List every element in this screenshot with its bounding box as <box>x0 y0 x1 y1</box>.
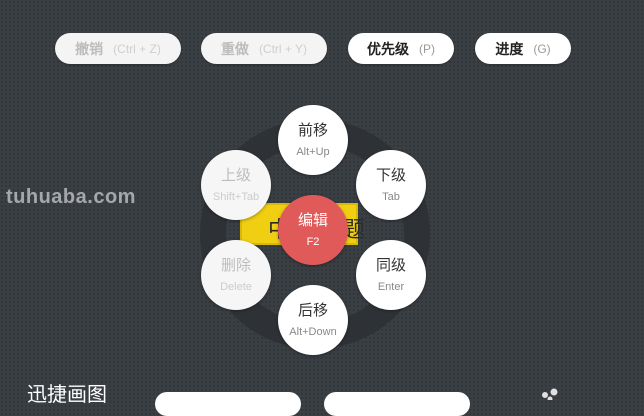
progress-button[interactable]: 进度 (G) <box>475 33 571 64</box>
delete-button[interactable]: 删除 Delete <box>201 240 271 310</box>
add-sibling-button[interactable]: 同级 Enter <box>356 240 426 310</box>
add-parent-label: 上级 <box>220 166 251 184</box>
edit-shortcut: F2 <box>306 235 320 248</box>
add-child-button[interactable]: 下级 Tab <box>356 150 426 220</box>
move-down-button[interactable]: 后移 Alt+Down <box>278 285 348 355</box>
redo-button[interactable]: 重做 (Ctrl + Y) <box>201 33 327 64</box>
redo-shortcut: (Ctrl + Y) <box>258 41 308 56</box>
undo-shortcut: (Ctrl + Z) <box>113 41 161 56</box>
toolbar: 撤销 (Ctrl + Z) 重做 (Ctrl + Y) 优先级 (P) 进度 (… <box>0 33 644 65</box>
add-sibling-label: 同级 <box>375 256 406 274</box>
add-sibling-shortcut: Enter <box>377 280 405 293</box>
priority-shortcut: (P) <box>419 41 435 56</box>
edit-label: 编辑 <box>297 211 328 229</box>
delete-shortcut: Delete <box>220 280 252 293</box>
redo-label: 重做 <box>220 40 249 57</box>
add-parent-button[interactable]: 上级 Shift+Tab <box>201 150 271 220</box>
brand-name: 迅捷画图 <box>27 384 107 406</box>
add-child-shortcut: Tab <box>382 190 400 203</box>
move-up-button[interactable]: 前移 Alt+Up <box>278 105 348 175</box>
move-up-label: 前移 <box>297 121 328 139</box>
add-child-label: 下级 <box>375 166 406 184</box>
move-down-shortcut: Alt+Down <box>289 325 337 338</box>
delete-label: 删除 <box>220 256 251 274</box>
move-down-label: 后移 <box>297 301 328 319</box>
progress-shortcut: (G) <box>533 41 551 56</box>
priority-button[interactable]: 优先级 (P) <box>348 33 454 64</box>
progress-label: 进度 <box>495 40 524 57</box>
undo-label: 撤销 <box>75 40 104 57</box>
bottom-pill-1[interactable] <box>155 392 301 416</box>
priority-label: 优先级 <box>367 40 409 57</box>
move-up-shortcut: Alt+Up <box>296 145 330 158</box>
bottom-pill-2[interactable] <box>324 392 470 416</box>
add-parent-shortcut: Shift+Tab <box>212 190 260 203</box>
decorative-icon <box>542 388 558 400</box>
edit-button[interactable]: 编辑 F2 <box>278 195 348 265</box>
watermark-text: tuhuaba.com <box>6 186 136 208</box>
undo-button[interactable]: 撤销 (Ctrl + Z) <box>55 33 181 64</box>
